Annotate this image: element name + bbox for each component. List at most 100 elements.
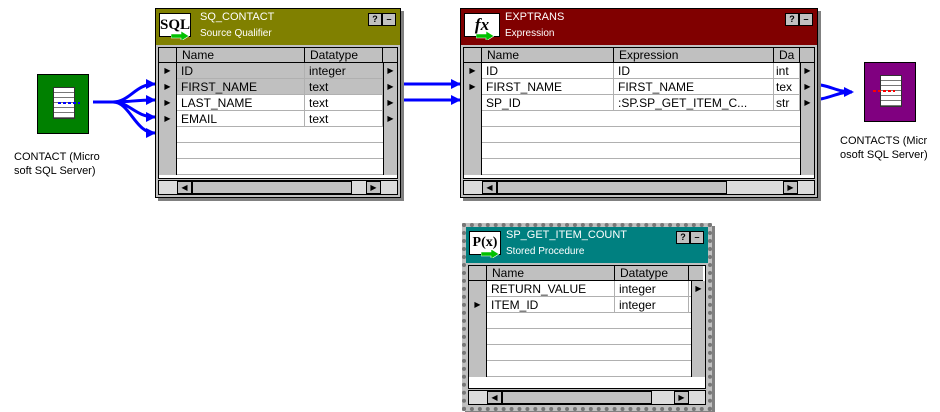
port-name: FIRST_NAME bbox=[482, 79, 614, 95]
table-row[interactable]: ▶ LAST_NAME text ▶ bbox=[159, 95, 397, 111]
green-arrow-icon bbox=[476, 31, 494, 40]
scroll-left-icon[interactable]: ◀ bbox=[482, 181, 497, 194]
table-row bbox=[469, 345, 705, 361]
row-header bbox=[469, 361, 487, 377]
minimize-button[interactable]: – bbox=[382, 13, 396, 26]
port-name: RETURN_VALUE bbox=[487, 281, 615, 297]
row-header bbox=[464, 127, 482, 143]
table-row bbox=[469, 361, 705, 377]
empty-port bbox=[691, 345, 705, 361]
table-row[interactable]: ▶ ITEM_ID integer bbox=[469, 297, 705, 313]
port-name: ID bbox=[177, 63, 305, 79]
sq-name: SQ_CONTACT bbox=[200, 11, 275, 23]
row-pointer-icon: ▶ bbox=[159, 63, 177, 79]
exp-name: EXPTRANS bbox=[505, 11, 565, 23]
horizontal-scrollbar[interactable]: ◀ ▶ bbox=[468, 390, 706, 405]
col-header-corner bbox=[159, 48, 177, 63]
target-table-node[interactable] bbox=[864, 62, 916, 122]
expression-window[interactable]: fx EXPTRANS Expression ? – Name Expressi… bbox=[460, 8, 818, 198]
table-row bbox=[464, 143, 814, 159]
col-header-corner bbox=[464, 48, 482, 63]
table-row[interactable]: ▶ ID ID int ▶ bbox=[464, 63, 814, 79]
source-qualifier-window[interactable]: SQL SQ_CONTACT Source Qualifier ? – Name… bbox=[155, 8, 401, 198]
minimize-button[interactable]: – bbox=[799, 13, 813, 26]
port-datatype: str bbox=[774, 95, 800, 111]
table-row[interactable]: ▶ EMAIL text ▶ bbox=[159, 111, 397, 127]
col-header-datatype: Datatype bbox=[305, 48, 383, 63]
green-arrow-icon bbox=[481, 249, 499, 258]
green-arrow-icon bbox=[171, 31, 189, 40]
row-header bbox=[464, 111, 482, 127]
row-pointer-icon: ▶ bbox=[159, 79, 177, 95]
port-datatype: text bbox=[305, 111, 383, 127]
table-row[interactable]: RETURN_VALUE integer ▶ bbox=[469, 281, 705, 297]
output-port-icon[interactable]: ▶ bbox=[383, 111, 397, 127]
table-row[interactable]: SP_ID:SP.SP_GET_ITEM_C... str ▶ bbox=[464, 95, 814, 111]
row-header bbox=[464, 95, 482, 111]
empty-port bbox=[800, 159, 814, 175]
minimize-button[interactable]: – bbox=[690, 231, 704, 244]
scroll-left-icon[interactable]: ◀ bbox=[177, 181, 192, 194]
table-row[interactable]: ▶ ID integer ▶ bbox=[159, 63, 397, 79]
col-header-port bbox=[800, 48, 814, 63]
output-port-icon[interactable]: ▶ bbox=[691, 281, 705, 297]
scroll-right-icon[interactable]: ▶ bbox=[674, 391, 689, 404]
output-port-icon[interactable]: ▶ bbox=[383, 95, 397, 111]
port-name: ID bbox=[482, 63, 614, 79]
row-header bbox=[159, 127, 177, 143]
row-pointer-icon: ▶ bbox=[464, 79, 482, 95]
port-datatype: integer bbox=[305, 63, 383, 79]
help-button[interactable]: ? bbox=[676, 231, 690, 244]
scroll-thumb[interactable] bbox=[192, 181, 352, 194]
sp-name: SP_GET_ITEM_COUNT bbox=[506, 229, 628, 241]
row-header bbox=[469, 281, 487, 297]
table-row bbox=[464, 127, 814, 143]
exp-titlebar[interactable]: fx EXPTRANS Expression ? – bbox=[461, 9, 817, 45]
scroll-thumb[interactable] bbox=[497, 181, 727, 194]
empty-port bbox=[800, 127, 814, 143]
output-port-icon[interactable]: ▶ bbox=[800, 95, 814, 111]
help-button[interactable]: ? bbox=[785, 13, 799, 26]
table-row[interactable]: ▶ FIRST_NAME text ▶ bbox=[159, 79, 397, 95]
row-header bbox=[159, 143, 177, 159]
table-row bbox=[159, 143, 397, 159]
port-datatype: text bbox=[305, 95, 383, 111]
sp-titlebar[interactable]: P(x) SP_GET_ITEM_COUNT Stored Procedure … bbox=[466, 227, 708, 263]
port-name: LAST_NAME bbox=[177, 95, 305, 111]
table-row[interactable]: ▶ FIRST_NAME FIRST_NAME tex ▶ bbox=[464, 79, 814, 95]
col-header-name: Name bbox=[487, 266, 615, 281]
table-row bbox=[464, 111, 814, 127]
empty-port bbox=[691, 361, 705, 377]
sp-type: Stored Procedure bbox=[506, 246, 585, 257]
table-row bbox=[464, 159, 814, 175]
stored-procedure-window[interactable]: P(x) SP_GET_ITEM_COUNT Stored Procedure … bbox=[462, 223, 712, 411]
output-port-icon[interactable]: ▶ bbox=[383, 63, 397, 79]
sp-port-table: Name Datatype RETURN_VALUE integer ▶ ▶ ITEM… bbox=[468, 265, 706, 389]
source-table-node[interactable] bbox=[37, 74, 89, 134]
empty-port bbox=[383, 159, 397, 175]
empty-port bbox=[800, 143, 814, 159]
horizontal-scrollbar[interactable]: ◀ ▶ bbox=[158, 180, 398, 195]
empty-port bbox=[800, 111, 814, 127]
help-button[interactable]: ? bbox=[368, 13, 382, 26]
sq-port-table: Name Datatype ▶ ID integer ▶ ▶ FIRST_NAME tex… bbox=[158, 47, 398, 179]
empty-port bbox=[691, 329, 705, 345]
horizontal-scrollbar[interactable]: ◀ ▶ bbox=[463, 180, 815, 195]
scroll-left-icon[interactable]: ◀ bbox=[487, 391, 502, 404]
empty-port bbox=[383, 127, 397, 143]
scroll-thumb[interactable] bbox=[502, 391, 652, 404]
table-row bbox=[469, 313, 705, 329]
output-port-icon[interactable]: ▶ bbox=[800, 63, 814, 79]
col-header-datatype: Da bbox=[774, 48, 800, 63]
output-port-icon[interactable]: ▶ bbox=[383, 79, 397, 95]
port-name: FIRST_NAME bbox=[177, 79, 305, 95]
output-port-icon[interactable]: ▶ bbox=[800, 79, 814, 95]
sq-titlebar[interactable]: SQL SQ_CONTACT Source Qualifier ? – bbox=[156, 9, 400, 45]
col-header-name: Name bbox=[177, 48, 305, 63]
port-expression: FIRST_NAME bbox=[614, 79, 774, 95]
scroll-right-icon[interactable]: ▶ bbox=[783, 181, 798, 194]
scroll-right-icon[interactable]: ▶ bbox=[366, 181, 381, 194]
port-datatype: text bbox=[305, 79, 383, 95]
port-name: EMAIL bbox=[177, 111, 305, 127]
table-row bbox=[469, 329, 705, 345]
